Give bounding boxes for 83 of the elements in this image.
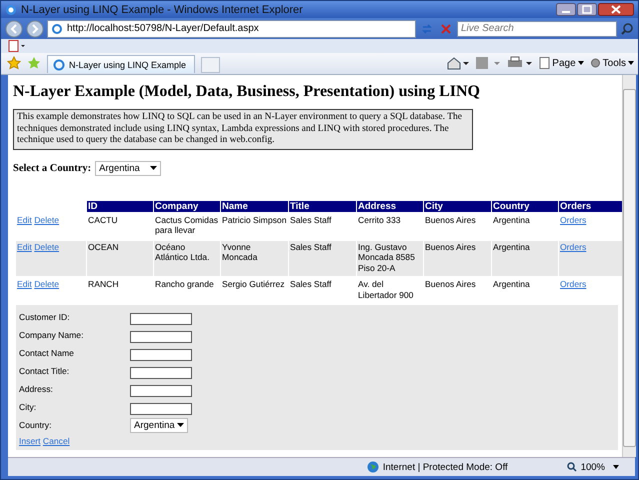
table-cell-text: Rancho grande <box>154 278 215 291</box>
zoom-level[interactable]: 100% <box>580 462 619 472</box>
input-field[interactable] <box>130 402 192 414</box>
column-header: ID <box>87 200 153 212</box>
field-label: Contact Name <box>19 348 75 358</box>
input-field[interactable] <box>130 366 192 378</box>
country-dropdown[interactable]: Argentina <box>95 160 162 176</box>
table-cell-text: Buenos Aires <box>424 278 477 291</box>
caret-icon[interactable] <box>613 465 619 469</box>
country-dropdown[interactable]: Argentina <box>130 418 188 432</box>
table-cell: Sales Staff <box>289 240 356 276</box>
edit-link[interactable]: Edit <box>17 214 32 224</box>
orders-link[interactable]: Orders <box>560 242 586 252</box>
table-cell: Buenos Aires <box>424 240 491 276</box>
table-cell: Océano Atlántico Ltda. <box>154 240 220 276</box>
star-icon[interactable] <box>7 56 21 70</box>
search-icon[interactable] <box>620 22 634 36</box>
input-field[interactable] <box>130 312 192 324</box>
caret-icon[interactable] <box>177 423 184 427</box>
insert-link[interactable]: Insert <box>19 436 40 446</box>
home-icon[interactable] <box>447 56 470 70</box>
caret-icon[interactable] <box>150 166 158 170</box>
table-cell-text: CACTU <box>87 214 119 226</box>
field-label: Country: <box>19 420 52 430</box>
page-menu-button[interactable]: Page <box>539 57 584 69</box>
table-cell-text: Buenos Aires <box>424 214 477 226</box>
field-label: Customer ID: <box>19 312 71 322</box>
table-cell-text: RANCH <box>87 278 120 291</box>
column-header: Address <box>357 200 423 212</box>
field-label: Company Name: <box>19 330 84 340</box>
page-heading: N-Layer Example (Model, Data, Business, Presentation) using LINQ <box>13 83 481 101</box>
table-cell: Argentina <box>492 240 558 276</box>
document-icon[interactable] <box>8 40 26 52</box>
window-title: N-Layer using LINQ Example - Windows Internet Explorer <box>21 4 304 16</box>
minimize-icon[interactable] <box>556 3 576 16</box>
field-label: Address: <box>19 384 54 394</box>
table-cell: Yvonne Moncada <box>221 240 288 276</box>
table-cell-text: Sales Staff <box>289 214 332 226</box>
field-label: Contact Title: <box>19 366 70 376</box>
column-header: Company <box>154 200 220 212</box>
table-cell-text: Cactus Comidas para llevar <box>154 214 220 237</box>
maximize-icon[interactable] <box>577 3 597 16</box>
close-icon[interactable] <box>598 3 634 16</box>
input-field[interactable] <box>130 384 192 396</box>
table-cell-text: Argentina <box>492 214 531 227</box>
table-cell-text: Sales Staff <box>289 278 332 291</box>
table-cell-text: Av. del Libertador 900 <box>357 278 414 302</box>
edit-link[interactable]: Edit <box>17 279 32 289</box>
description-panel: This example demonstrates how LINQ to SQL can be used in an N-Layer environment to query a SQL database. The techniques demonstrated include using LINQ syntax, Lambda expressions and LINQ with stored procedures. The technique used to query the database can be changed in web.config. <box>13 109 473 150</box>
country-label: Select a Country: <box>13 162 92 174</box>
column-header: Country <box>492 200 558 212</box>
browser-tab[interactable]: N-Layer using LINQ Example <box>47 55 195 73</box>
orders-link[interactable]: Orders <box>560 214 586 224</box>
field-label: City: <box>19 402 38 412</box>
address-bar[interactable]: http://localhost:50798/N-Layer/Default.aspx <box>47 20 416 38</box>
forward-icon[interactable] <box>26 20 44 38</box>
printer-icon[interactable] <box>507 56 534 70</box>
delete-link[interactable]: Delete <box>34 242 60 252</box>
search-field[interactable]: Live Search <box>457 20 617 36</box>
caret-icon[interactable] <box>628 61 634 65</box>
orders-link[interactable]: Orders <box>560 279 586 289</box>
delete-link[interactable]: Delete <box>34 279 60 289</box>
tools-menu-button[interactable]: Tools <box>590 57 634 69</box>
globe-icon[interactable] <box>366 461 379 473</box>
table-cell: OCEAN <box>87 240 153 276</box>
document-icon[interactable] <box>539 57 550 69</box>
zoom-icon[interactable] <box>566 462 577 472</box>
table-cell-text: Argentina <box>492 278 531 291</box>
security-zone: Internet | Protected Mode: Off <box>382 462 508 472</box>
input-field[interactable] <box>130 330 192 342</box>
delete-link[interactable]: Delete <box>34 214 60 224</box>
caret-icon[interactable] <box>578 61 584 65</box>
table-cell: Ing. Gustavo Moncada 8585 Piso 20-A <box>357 240 423 276</box>
table-cell-text: Patricio Simpson <box>221 214 288 227</box>
input-field[interactable] <box>130 348 192 360</box>
table-cell-text: Cerrito 333 <box>357 214 402 226</box>
back-icon[interactable] <box>5 20 23 38</box>
edit-link[interactable]: Edit <box>17 242 32 252</box>
column-header: Name <box>221 200 288 212</box>
cancel-link[interactable]: Cancel <box>42 436 70 446</box>
column-header: Title <box>289 200 356 212</box>
table-cell-text: Sergio Gutiérrez <box>221 278 286 291</box>
column-header: City <box>424 200 491 212</box>
